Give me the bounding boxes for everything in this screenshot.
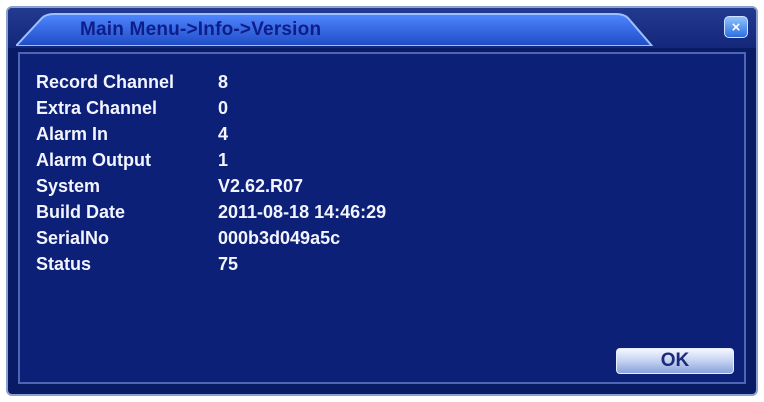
- title-bar: Main Menu->Info->Version ×: [8, 8, 756, 48]
- info-label: Record Channel: [36, 72, 175, 92]
- info-value: 75: [218, 254, 239, 274]
- title-tab: Main Menu->Info->Version: [16, 12, 654, 46]
- info-value: V2.62.R07: [218, 176, 304, 196]
- info-label: Alarm In: [36, 124, 109, 144]
- version-dialog: Main Menu->Info->Version × Record Channe…: [6, 6, 758, 396]
- info-panel: Record Channel 8 Extra Channel 0 Alarm I…: [18, 52, 746, 384]
- close-button[interactable]: ×: [724, 16, 748, 38]
- info-label: Alarm Output: [36, 150, 151, 170]
- close-icon: ×: [731, 18, 741, 36]
- info-value: 8: [218, 72, 229, 92]
- info-value: 0: [218, 98, 229, 118]
- info-value: 2011-08-18 14:46:29: [218, 202, 387, 222]
- info-label: Extra Channel: [36, 98, 158, 118]
- info-value: 000b3d049a5c: [218, 228, 341, 248]
- info-label: System: [36, 176, 101, 196]
- info-label: SerialNo: [36, 228, 110, 248]
- info-label: Status: [36, 254, 92, 274]
- info-label: Build Date: [36, 202, 126, 222]
- window-title: Main Menu->Info->Version: [80, 19, 322, 40]
- info-value: 1: [218, 150, 229, 170]
- ok-button[interactable]: OK: [616, 348, 734, 374]
- info-value: 4: [218, 124, 229, 144]
